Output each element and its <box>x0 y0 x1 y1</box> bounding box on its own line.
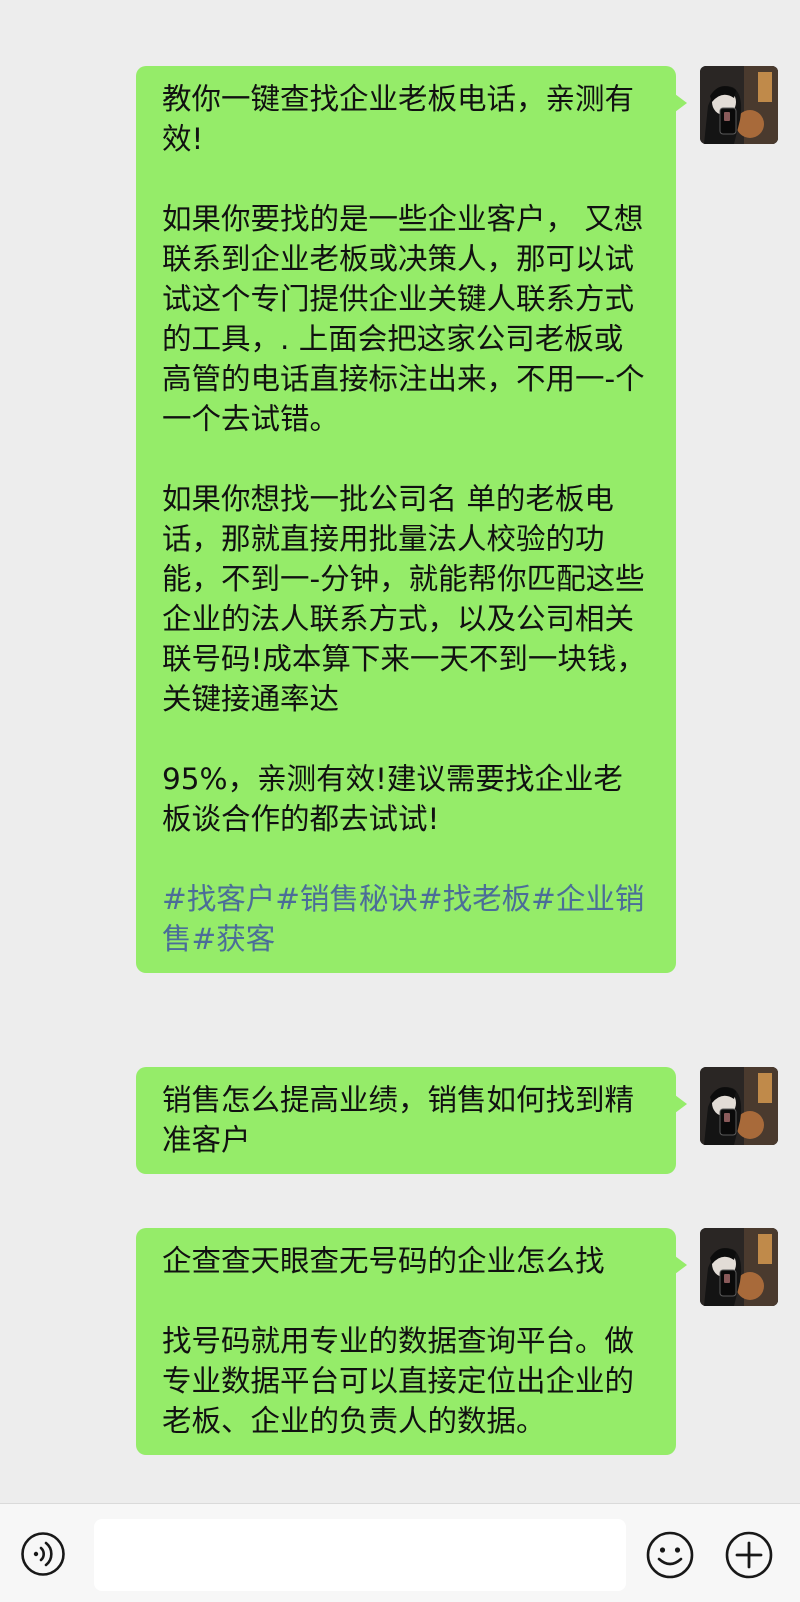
emoji-icon <box>646 1531 694 1579</box>
avatar[interactable] <box>700 1067 778 1145</box>
message-paragraph: 95%，亲测有效!建议需要找企业老板谈合作的都去试试! <box>162 762 623 836</box>
avatar-photo-icon <box>700 1228 778 1306</box>
plus-icon <box>725 1531 773 1579</box>
avatar-photo-icon <box>700 1067 778 1145</box>
message-bubble[interactable]: 销售怎么提高业绩，销售如何找到精准客户 <box>136 1067 687 1174</box>
avatar[interactable] <box>700 66 778 144</box>
message-row: 教你一键查找企业老板电话，亲测有效! 如果你要找的是一些企业客户， 又想联系到企… <box>136 66 778 973</box>
message-bubble[interactable]: 企查查天眼查无号码的企业怎么找 找号码就用专业的数据查询平台。做专业数据平台可以… <box>136 1228 687 1455</box>
message-paragraph: 找号码就用专业的数据查询平台。做专业数据平台可以直接定位出企业的老板、企业的负责… <box>162 1324 635 1438</box>
message-paragraph: 企查查天眼查无号码的企业怎么找 <box>162 1244 605 1278</box>
avatar[interactable] <box>700 1228 778 1306</box>
message-paragraph: 教你一键查找企业老板电话，亲测有效! <box>162 82 635 156</box>
message-paragraph: 如果你想找一批公司名 单的老板电话，那就直接用批量法人校验的功能，不到一-分钟，… <box>162 482 646 716</box>
hashtag-links[interactable]: #找客户#销售秘诀#找老板#企业销售#获客 <box>162 879 652 959</box>
message-row: 销售怎么提高业绩，销售如何找到精准客户 <box>136 1067 778 1174</box>
chat-message-list[interactable]: 教你一键查找企业老板电话，亲测有效! 如果你要找的是一些企业客户， 又想联系到企… <box>0 0 800 1500</box>
message-bubble[interactable]: 教你一键查找企业老板电话，亲测有效! 如果你要找的是一些企业客户， 又想联系到企… <box>136 66 687 973</box>
avatar-photo-icon <box>700 66 778 144</box>
message-row: 企查查天眼查无号码的企业怎么找 找号码就用专业的数据查询平台。做专业数据平台可以… <box>136 1228 778 1455</box>
chat-input-bar <box>0 1503 800 1602</box>
voice-icon <box>21 1532 65 1576</box>
message-paragraph: 销售怎么提高业绩，销售如何找到精准客户 <box>162 1083 635 1157</box>
emoji-button[interactable] <box>645 1530 695 1580</box>
more-actions-button[interactable] <box>724 1530 774 1580</box>
message-paragraph: 如果你要找的是一些企业客户， 又想联系到企业老板或决策人，那可以试试这个专门提供… <box>162 202 645 436</box>
voice-input-button[interactable] <box>20 1531 66 1577</box>
message-input[interactable] <box>94 1519 626 1591</box>
